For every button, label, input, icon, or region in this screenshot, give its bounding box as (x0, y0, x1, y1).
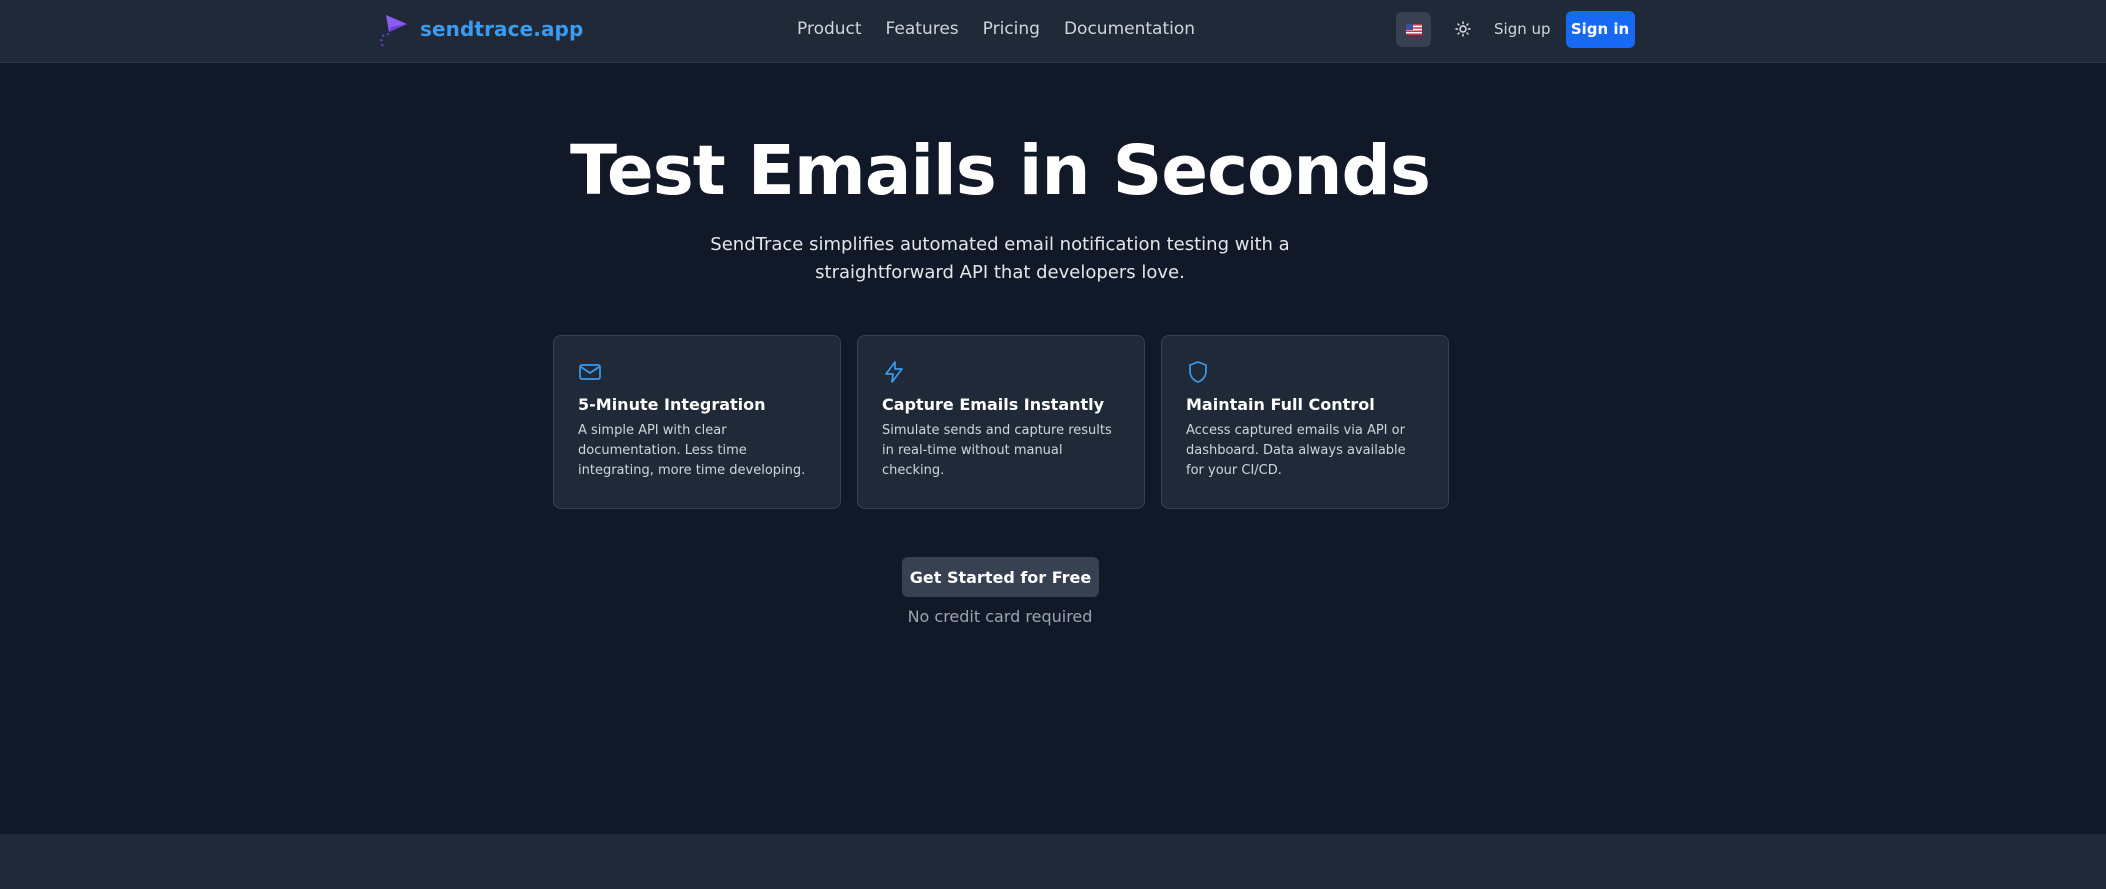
feature-card-integration: 5-Minute Integration A simple API with c… (553, 335, 841, 509)
theme-toggle-button[interactable] (1446, 12, 1480, 46)
nav-pricing[interactable]: Pricing (983, 18, 1040, 40)
shield-icon (1189, 361, 1207, 383)
footer-band (0, 834, 2106, 889)
sign-up-link[interactable]: Sign up (1494, 20, 1551, 38)
sun-icon (1455, 21, 1471, 37)
get-started-button[interactable]: Get Started for Free (902, 557, 1099, 597)
sign-in-button[interactable]: Sign in (1565, 10, 1635, 48)
header-controls: Sign up Sign in (1396, 10, 1635, 48)
navbar: sendtrace.app Product Features Pricing D… (0, 0, 2106, 63)
nav-features[interactable]: Features (886, 18, 959, 40)
feature-title: Maintain Full Control (1186, 395, 1375, 414)
language-selector-button[interactable] (1396, 11, 1431, 47)
lightning-icon (885, 361, 903, 383)
feature-description: A simple API with clear documentation. L… (578, 423, 806, 478)
feature-cards: 5-Minute Integration A simple API with c… (553, 335, 1449, 509)
feature-title: 5-Minute Integration (578, 395, 766, 414)
us-flag-icon (1405, 23, 1422, 35)
brand-name: sendtrace.app (420, 17, 584, 41)
feature-description: Simulate sends and capture results in re… (882, 423, 1112, 478)
hero-subtitle: SendTrace simplifies automated email not… (710, 234, 1290, 283)
nav-documentation[interactable]: Documentation (1064, 18, 1195, 40)
feature-description: Access captured emails via API or dashbo… (1186, 423, 1406, 478)
main-nav: Product Features Pricing Documentation (797, 18, 1195, 40)
mail-icon (579, 364, 601, 380)
hero-title: Test Emails in Seconds (570, 131, 1431, 211)
feature-title: Capture Emails Instantly (882, 395, 1105, 414)
paper-plane-logo-icon (380, 15, 407, 47)
feature-card-capture: Capture Emails Instantly Simulate sends … (857, 335, 1145, 509)
feature-card-control: Maintain Full Control Access captured em… (1161, 335, 1449, 509)
nav-product[interactable]: Product (797, 18, 862, 40)
no-credit-card-note: No credit card required (907, 607, 1093, 626)
brand-link[interactable]: sendtrace.app (376, 10, 583, 48)
